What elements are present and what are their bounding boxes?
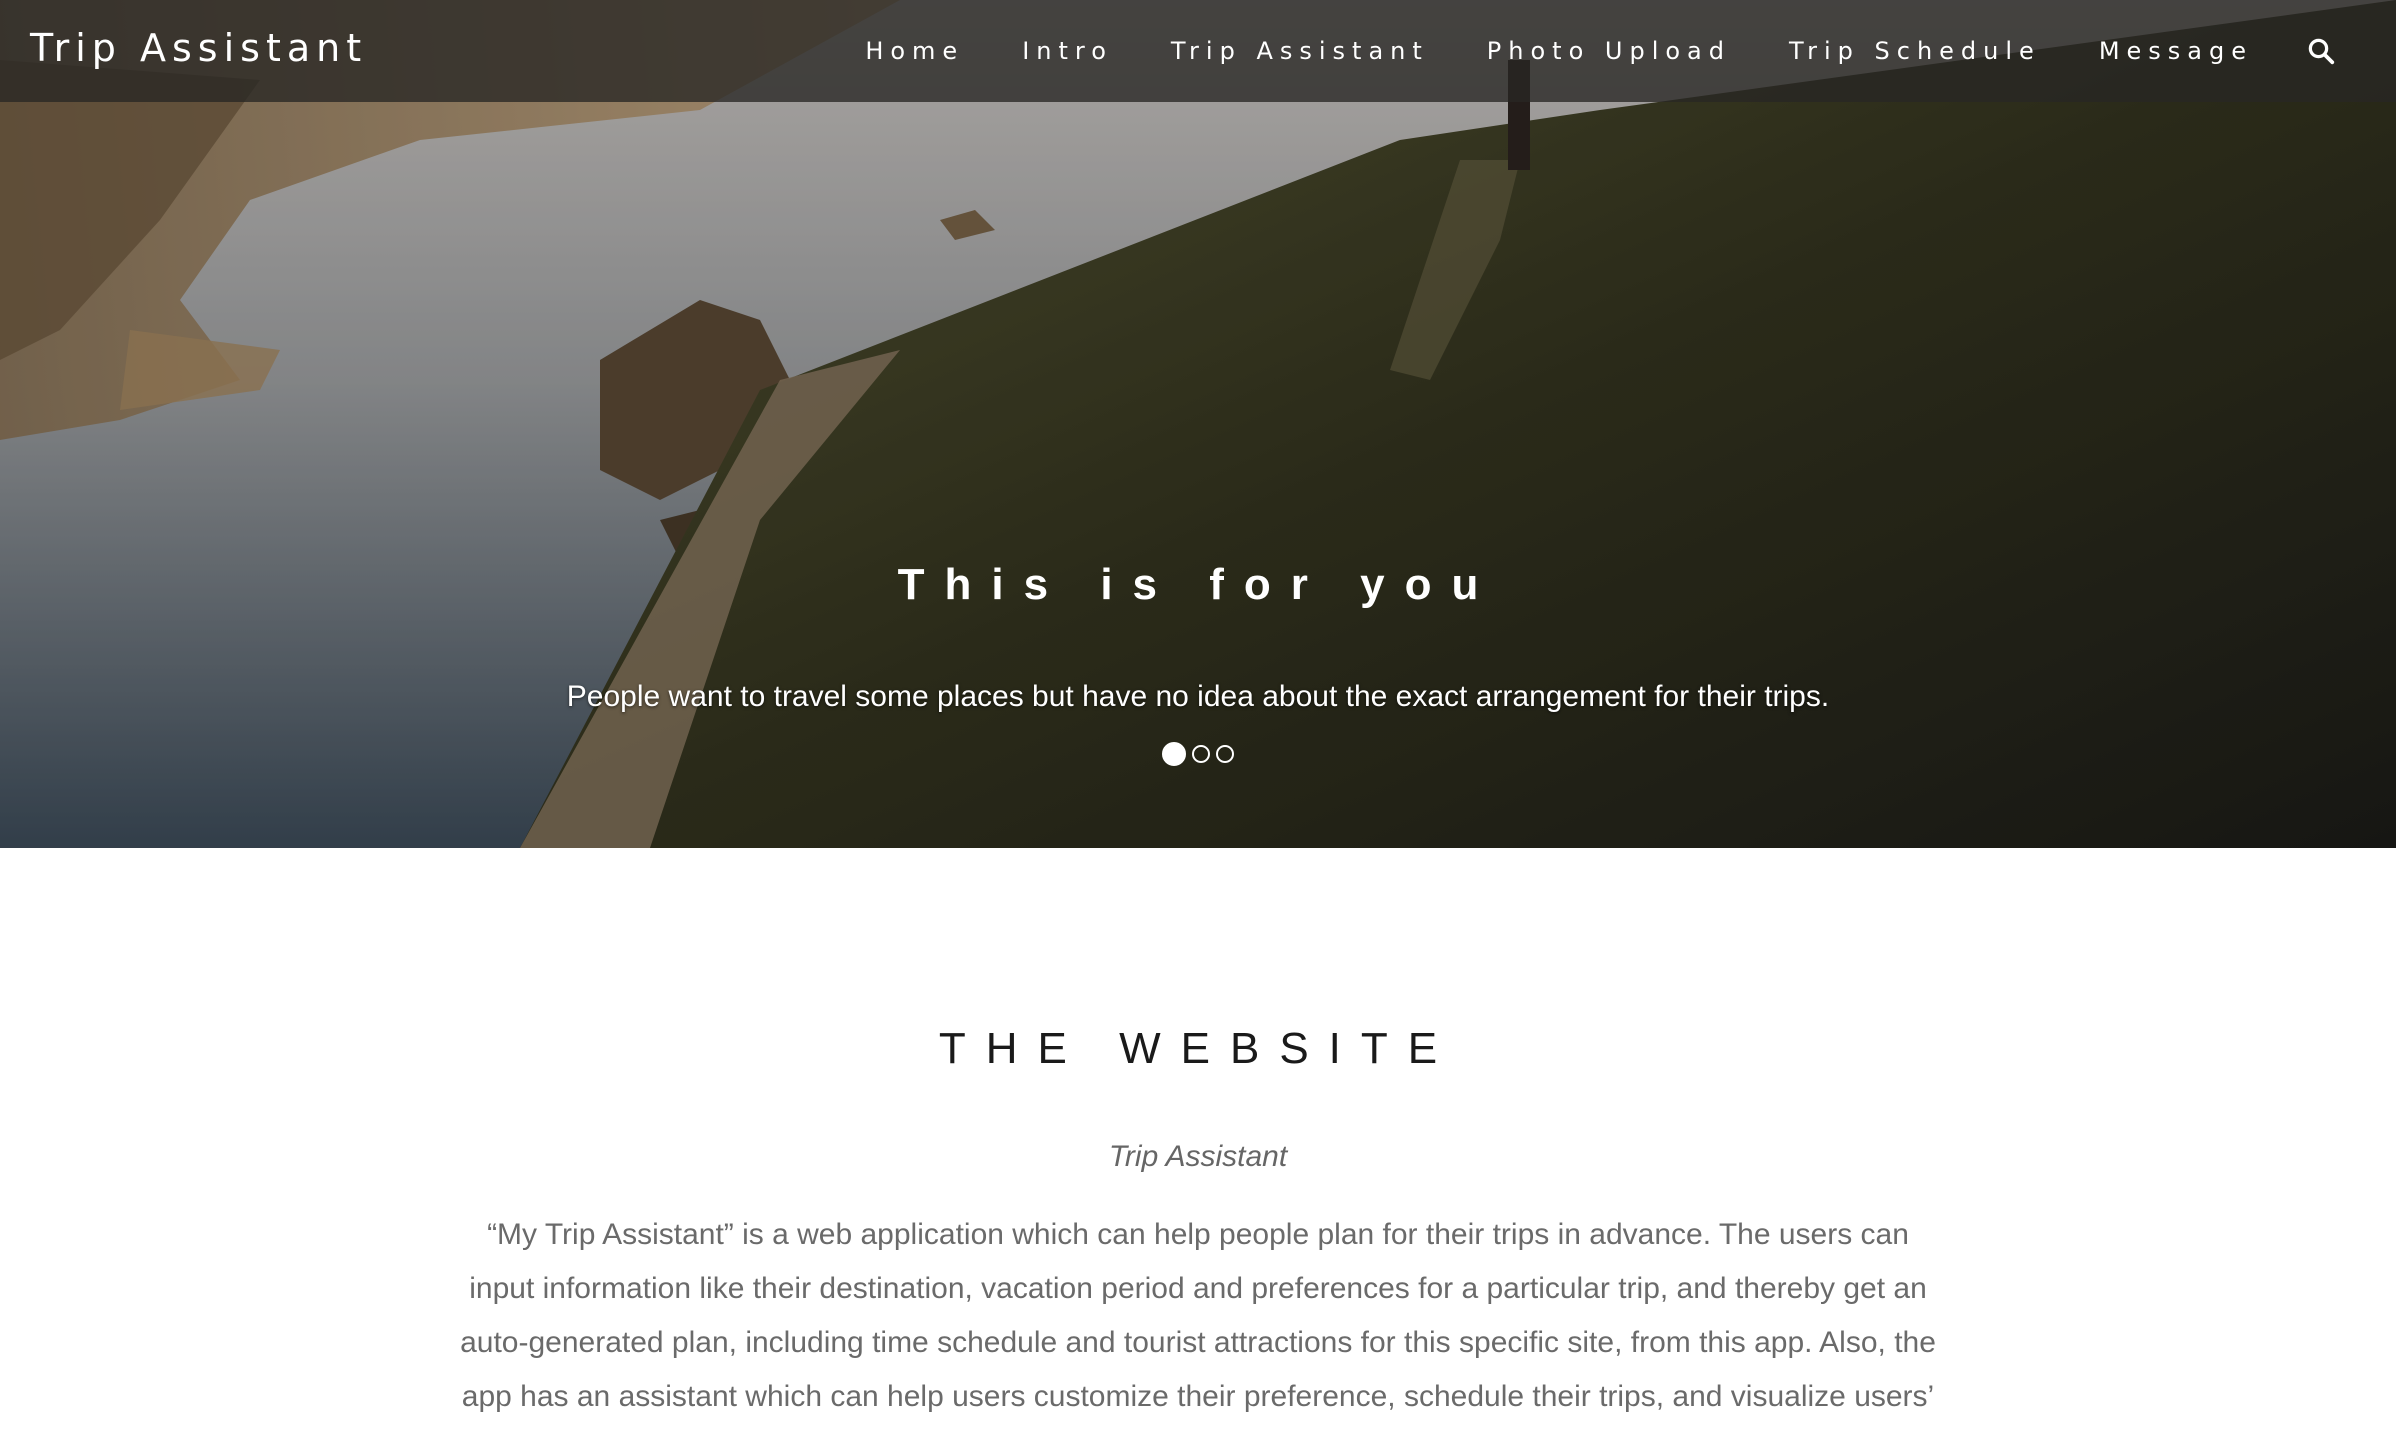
nav-item-trip-assistant[interactable]: Trip Assistant <box>1142 37 1458 65</box>
carousel-indicator-1[interactable] <box>1162 742 1186 766</box>
section-subheading: Trip Assistant <box>1108 1140 1288 1173</box>
slide-title: This is for you <box>897 560 1499 609</box>
nav-item-intro[interactable]: Intro <box>993 37 1142 65</box>
hero-carousel: Trip Assistant Home Intro Trip Assistant… <box>0 0 2396 848</box>
search-icon[interactable] <box>2306 36 2336 66</box>
carousel-indicator-2[interactable] <box>1192 745 1210 763</box>
nav-item-message[interactable]: Message <box>2070 37 2282 65</box>
nav-item-trip-schedule[interactable]: Trip Schedule <box>1760 37 2070 65</box>
section-body-text: “My Trip Assistant” is a web application… <box>460 1218 1936 1413</box>
top-navbar: Trip Assistant Home Intro Trip Assistant… <box>0 0 2396 102</box>
nav-item-photo-upload[interactable]: Photo Upload <box>1458 37 1760 65</box>
hero-background-image <box>0 0 2396 848</box>
carousel-indicator-3[interactable] <box>1216 745 1234 763</box>
nav-item-home[interactable]: Home <box>836 37 993 65</box>
slide-caption: People want to travel some places but ha… <box>566 680 1830 713</box>
about-section: THE WEBSITE Trip Assistant “My Trip Assi… <box>0 848 2396 1436</box>
brand-logo[interactable]: Trip Assistant <box>30 26 367 70</box>
carousel-indicators <box>0 742 2396 766</box>
section-heading: THE WEBSITE <box>938 1024 1458 1073</box>
nav-menu: Home Intro Trip Assistant Photo Upload T… <box>836 0 2336 102</box>
